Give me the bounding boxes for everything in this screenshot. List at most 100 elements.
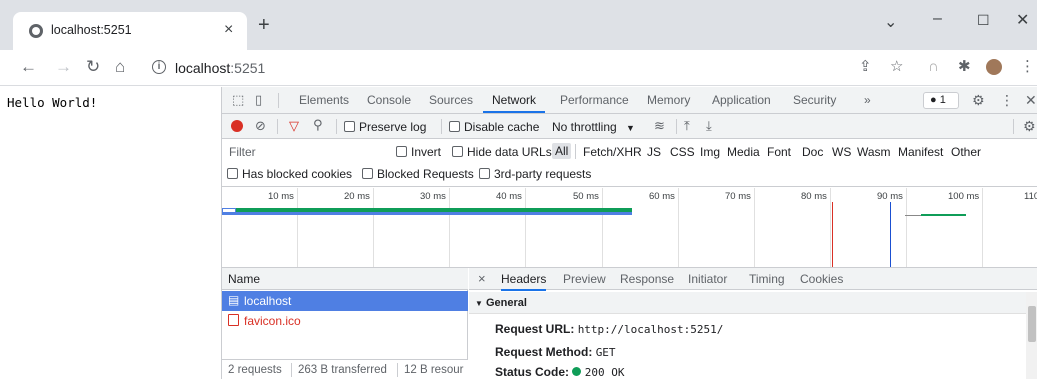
hide-data-urls-checkbox[interactable]: Hide data URLs — [452, 145, 552, 159]
request-url-field: Request URL: http://localhost:5251/ — [495, 322, 724, 336]
filter-type-wasm[interactable]: Wasm — [857, 145, 891, 159]
scrollbar-thumb[interactable] — [1028, 306, 1036, 342]
load-event-marker — [832, 202, 833, 267]
details-scrollbar[interactable] — [1026, 292, 1037, 379]
export-har-icon[interactable]: ⤓ — [706, 119, 712, 133]
filter-type-font[interactable]: Font — [767, 145, 791, 159]
inspect-element-icon[interactable]: ⬚ — [232, 93, 244, 107]
network-conditions-icon[interactable]: ≋ — [654, 119, 665, 133]
tab-performance[interactable]: Performance — [560, 93, 629, 107]
search-icon[interactable]: ⚲ — [313, 118, 323, 132]
filter-type-ws[interactable]: WS — [832, 145, 851, 159]
tab-memory[interactable]: Memory — [647, 93, 690, 107]
status-ok-dot-icon — [572, 367, 582, 376]
new-tab-button[interactable]: + — [258, 15, 270, 35]
tab-application[interactable]: Application — [712, 93, 771, 107]
tab-security[interactable]: Security — [793, 93, 836, 107]
tab-sources[interactable]: Sources — [429, 93, 473, 107]
back-arrow-icon[interactable]: ← — [20, 58, 37, 76]
request-row-localhost[interactable]: ▤ localhost — [222, 291, 468, 311]
tab-search-chevron-icon[interactable]: ⌄ — [884, 12, 897, 32]
maximize-button[interactable]: ☐ — [977, 12, 990, 29]
home-icon[interactable]: ⌂ — [115, 58, 125, 76]
tab-initiator[interactable]: Initiator — [688, 272, 727, 286]
network-timeline-overview[interactable]: 10 ms 20 ms 30 ms 40 ms 50 ms 60 ms 70 m… — [222, 188, 1037, 268]
resources-size: 12 B resour — [404, 364, 464, 376]
minimize-button[interactable]: – — [933, 10, 942, 28]
invert-checkbox[interactable]: Invert — [396, 145, 441, 159]
timeline-gridline — [830, 188, 831, 267]
tab-preview[interactable]: Preview — [563, 272, 606, 286]
tab-elements[interactable]: Elements — [299, 93, 349, 107]
network-settings-gear-icon[interactable]: ⚙ — [1023, 119, 1036, 133]
document-icon: ▤ — [228, 293, 240, 307]
address-bar[interactable]: i localhost:5251 — [143, 55, 873, 81]
throttling-select[interactable]: No throttling ▼ — [552, 120, 635, 134]
timeline-tick-label: 30 ms — [420, 191, 446, 202]
browser-tab[interactable]: localhost:5251 × — [13, 12, 247, 50]
browser-menu-icon[interactable]: ⋮ — [1020, 59, 1035, 75]
error-file-icon — [228, 314, 239, 326]
filter-type-other[interactable]: Other — [951, 145, 981, 159]
has-blocked-cookies-checkbox[interactable]: Has blocked cookies — [227, 167, 352, 181]
third-party-requests-checkbox[interactable]: 3rd-party requests — [479, 167, 591, 181]
tab-timing[interactable]: Timing — [749, 272, 785, 286]
timeline-tick-label: 10 ms — [268, 191, 294, 202]
divider — [575, 144, 576, 159]
disable-cache-checkbox[interactable]: Disable cache — [449, 120, 539, 134]
record-icon[interactable] — [231, 120, 243, 132]
filter-type-manifest[interactable]: Manifest — [898, 145, 943, 159]
close-tab-button[interactable]: × — [224, 21, 233, 39]
close-details-button[interactable]: × — [478, 271, 486, 286]
filter-type-media[interactable]: Media — [727, 145, 760, 159]
divider — [441, 119, 442, 134]
timeline-gridline — [525, 188, 526, 267]
timeline-tick-label: 70 ms — [725, 191, 751, 202]
tab-headers[interactable]: Headers — [501, 272, 547, 291]
issues-badge[interactable]: ● 1 — [923, 92, 959, 109]
profile-avatar[interactable] — [986, 59, 1002, 75]
tab-network[interactable]: Network — [492, 93, 536, 107]
extension-arc-icon[interactable]: ∩ — [928, 59, 939, 75]
name-column-header[interactable]: Name — [222, 268, 468, 290]
blocked-requests-checkbox[interactable]: Blocked Requests — [362, 167, 474, 181]
import-har-icon[interactable]: ⤒ — [684, 119, 690, 133]
timeline-tick-label: 100 ms — [948, 191, 980, 202]
preserve-log-checkbox[interactable]: Preserve log — [344, 120, 426, 134]
timeline-tick-label: 80 ms — [801, 191, 827, 202]
close-devtools-icon[interactable]: ✕ — [1025, 93, 1037, 107]
filter-type-js[interactable]: JS — [647, 145, 661, 159]
request-row-favicon[interactable]: favicon.ico — [222, 311, 468, 331]
filter-type-fetch-xhr[interactable]: Fetch/XHR — [583, 145, 642, 159]
filter-input[interactable]: Filter — [229, 145, 389, 159]
reload-icon[interactable]: ↻ — [86, 58, 100, 76]
share-icon[interactable]: ⇪ — [859, 59, 872, 75]
clear-icon[interactable]: ⊘ — [255, 119, 266, 133]
tab-cookies[interactable]: Cookies — [800, 272, 843, 286]
triangle-down-icon: ▼ — [475, 299, 483, 308]
more-tabs-button[interactable]: » — [864, 93, 871, 107]
devtools-menu-icon[interactable]: ⋮ — [1000, 93, 1014, 107]
timeline-tick-label: 50 ms — [573, 191, 599, 202]
filter-type-css[interactable]: CSS — [670, 145, 695, 159]
close-window-button[interactable]: ✕ — [1016, 10, 1029, 30]
filter-type-all[interactable]: All — [552, 143, 572, 159]
browser-toolbar: ← → ↻ ⌂ i localhost:5251 ⇪ ☆ ∩ ✱ ⋮ — [0, 50, 1037, 86]
network-toolbar: ⊘ ▽ ⚲ Preserve log Disable cache No thro… — [222, 114, 1037, 139]
tab-response[interactable]: Response — [620, 272, 674, 286]
filter-type-img[interactable]: Img — [700, 145, 720, 159]
filter-funnel-icon[interactable]: ▽ — [289, 119, 299, 133]
forward-arrow-icon[interactable]: → — [55, 58, 72, 76]
extensions-puzzle-icon[interactable]: ✱ — [958, 59, 971, 75]
general-section-title: ▼ General — [475, 297, 527, 309]
device-toolbar-icon[interactable]: ▯ — [255, 93, 262, 107]
bookmark-star-icon[interactable]: ☆ — [890, 59, 903, 75]
filter-type-doc[interactable]: Doc — [802, 145, 823, 159]
tab-console[interactable]: Console — [367, 93, 411, 107]
site-info-icon[interactable]: i — [152, 60, 166, 74]
requests-list: Name ▤ localhost favicon.ico 2 requests … — [222, 268, 468, 379]
active-tab-indicator — [483, 111, 545, 113]
general-section-header[interactable]: ▼ General — [469, 292, 1026, 314]
name-header-label: Name — [228, 272, 261, 286]
settings-gear-icon[interactable]: ⚙ — [972, 93, 985, 107]
